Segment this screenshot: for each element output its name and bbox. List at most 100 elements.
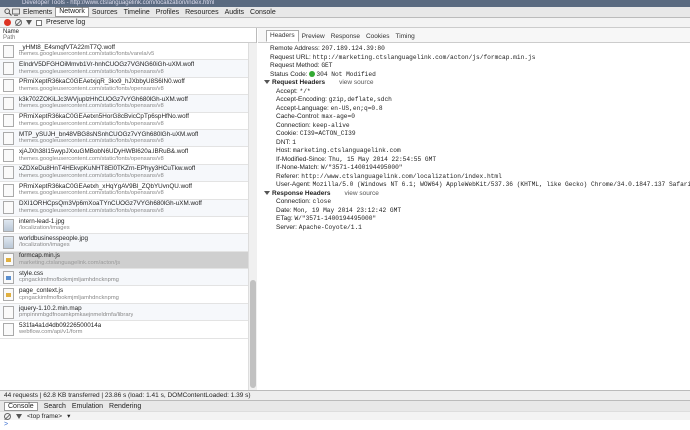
request-header: Referer: http://www.ctslanguagelink.com/… — [276, 173, 690, 182]
detail-tab-timing[interactable]: Timing — [392, 33, 417, 42]
drawer-tab-rendering[interactable]: Rendering — [109, 403, 141, 410]
document-file-icon — [3, 62, 14, 76]
request-row[interactable]: worldbusinesspeople.jpg/localization/ima… — [0, 234, 248, 252]
window-title-bar: Developer Tools - http://www.ctslanguage… — [0, 0, 690, 7]
request-text: page_context.js cpngackimfmofbokmjmljamhd… — [19, 287, 119, 302]
filter-icon[interactable] — [26, 20, 32, 25]
request-text: _yHMt8_E4smqfVTA22mT7Q.woff themes.google… — [19, 44, 154, 59]
request-row[interactable]: formcap.min.js marketing.ctslanguagelink.… — [0, 251, 248, 270]
request-header: Connection: keep-alive — [276, 122, 690, 131]
expand-triangle-icon[interactable] — [264, 190, 270, 195]
device-mode-icon[interactable] — [12, 8, 20, 16]
request-row[interactable]: jquery-1.10.2.min.map pmpinnmbgdfnoamkpmk… — [0, 303, 248, 322]
request-name: k3k702ZOKiLJc3WVjuplzHhCUOGz7vYGh680lGh-… — [19, 95, 188, 103]
search-icon[interactable] — [4, 8, 12, 16]
image-file-icon — [3, 235, 14, 249]
request-name: page_context.js — [19, 287, 64, 295]
console-prompt[interactable]: > — [0, 420, 690, 430]
tab-elements[interactable]: Elements — [20, 9, 55, 16]
request-header: Accept-Encoding: gzip,deflate,sdch — [276, 96, 690, 105]
request-name: jquery-1.10.2.min.map — [19, 304, 82, 312]
drawer-tab-search[interactable]: Search — [44, 403, 66, 410]
tab-console[interactable]: Console — [247, 9, 279, 16]
request-row[interactable]: EIndrV5DFGHOiMmvb1Vr-hnhCUOGz7VGNG60iGh-… — [0, 60, 248, 78]
request-row[interactable]: DXI1ORHCpsQm3Vp6mXoaTYnCUOGz7VYGh680lGh-… — [0, 199, 248, 217]
request-name: intern-lead-1.jpg — [19, 217, 65, 225]
request-row[interactable]: 531fa4a1d4db09226500014a webflow.com/api/… — [0, 321, 248, 339]
document-file-icon — [3, 166, 14, 180]
request-row[interactable]: MTP_ySUJH_bn48VBG8sNSnhCUOGz7vYGh680lGh-… — [0, 129, 248, 148]
request-headers-section[interactable]: Request Headers view source — [264, 79, 690, 88]
request-path: themes.googleusercontent.com/static/font… — [19, 190, 164, 197]
expand-triangle-icon[interactable] — [264, 80, 270, 85]
request-row[interactable]: style.css cpngackimfmofbokmjmljamhdncknpm… — [0, 269, 248, 287]
request-row[interactable]: page_context.js cpngackimfmofbokmjmljamhd… — [0, 286, 248, 304]
tab-resources[interactable]: Resources — [182, 9, 221, 16]
drawer-tab-console[interactable]: Console — [4, 401, 38, 411]
header-value: 1 — [292, 138, 296, 146]
request-path: cpngackimfmofbokmjmljamhdncknpmg — [19, 294, 119, 301]
clear-icon[interactable] — [15, 19, 22, 26]
request-row[interactable]: PRmiXeptR36kaC0GEAetxn5HorG8cBvicCpTp6sp… — [0, 113, 248, 130]
column-path[interactable]: Path — [3, 35, 253, 41]
request-row[interactable]: _yHMt8_E4smqfVTA22mT7Q.woff themes.google… — [0, 43, 248, 61]
document-file-icon — [3, 201, 14, 215]
frame-select[interactable]: <top frame> — [27, 413, 62, 420]
request-path: pmpinnmbgdfnoamkpmkaejnmeldrnfa/library — [19, 312, 134, 319]
request-name: EIndrV5DFGHOiMmvb1Vr-hnhCUOGz7VGNG60iGh-… — [19, 61, 195, 69]
response-view-source-link[interactable]: view source — [345, 190, 379, 197]
header-value: W/"3571-1400194495000" — [320, 164, 403, 171]
scrollbar-thumb[interactable] — [250, 280, 256, 388]
request-path: /localization/images — [19, 225, 70, 232]
detail-tab-cookies[interactable]: Cookies — [363, 33, 392, 42]
header-value: Thu, 15 May 2014 22:54:55 GMT — [328, 155, 437, 163]
prompt-chevron: > — [4, 421, 9, 428]
request-path: webflow.com/api/v1/form — [19, 329, 83, 336]
console-clear-icon[interactable] — [4, 412, 11, 420]
request-text: PRmiXeptR36kaC0GEAetxn5HorG8cBvicCpTp6sp… — [19, 113, 189, 128]
console-filter-icon[interactable] — [16, 413, 22, 419]
request-row[interactable]: intern-lead-1.jpg/localization/images — [0, 217, 248, 235]
detail-tab-headers[interactable]: Headers — [266, 30, 299, 42]
request-name: worldbusinesspeople.jpg — [19, 234, 88, 242]
drawer-tab-emulation[interactable]: Emulation — [72, 403, 103, 410]
request-headers-list: Accept: */* Accept-Encoding: gzip,deflate… — [270, 88, 690, 190]
header-key: Date: — [276, 206, 292, 214]
request-path: themes.googleusercontent.com/static/font… — [19, 120, 164, 127]
request-row[interactable]: PRmiXeptR36kaC0GEAetxjqR_3kx9_hJXbbyU8S6… — [0, 78, 248, 96]
request-text: k3k702ZOKiLJc3WVjuplzHhCUOGz7vYGh680lGh-… — [19, 96, 188, 111]
request-list-scrollbar[interactable] — [248, 43, 257, 390]
request-path: marketing.ctslanguagelink.com/acton/js — [19, 259, 121, 266]
request-row[interactable]: xjAJXh38I15wypJXxuGMBobN6UDyHWBl620a.lBR… — [0, 147, 248, 165]
request-row[interactable]: PRmiXeptR36kaC0GEAetxh_xHqYgAV9Bl_ZQbYUv… — [0, 182, 248, 200]
tab-sources[interactable]: Sources — [89, 9, 121, 16]
request-path: themes.googleusercontent.com/static/font… — [19, 138, 164, 145]
record-icon[interactable] — [4, 19, 11, 26]
script-file-icon — [3, 253, 14, 267]
request-row[interactable]: xZDXeDu8HnT4HEkvpKuNHT8El0TKZrn-EPhyy3HC… — [0, 164, 248, 183]
request-name: DXI1ORHCpsQm3Vp6mXoaTYnCUOGz7VYGh680lGh-… — [19, 200, 202, 208]
request-name: style.css — [19, 269, 44, 277]
header-key: Referer: — [276, 172, 300, 180]
detail-tab-response[interactable]: Response — [328, 33, 363, 42]
request-text: jquery-1.10.2.min.map pmpinnmbgdfnoamkpmk… — [19, 305, 133, 320]
request-view-source-link[interactable]: view source — [339, 79, 373, 86]
request-name: PRmiXeptR36kaC0GEAetxjqR_3kx9_hJXbbyU8S6… — [19, 78, 185, 86]
request-list-header[interactable]: Name Path — [0, 28, 256, 43]
request-row[interactable]: k3k702ZOKiLJc3WVjuplzHhCUOGz7vYGh680lGh-… — [0, 95, 248, 113]
detail-tab-preview[interactable]: Preview — [299, 33, 328, 42]
preserve-log-checkbox[interactable] — [36, 19, 42, 26]
tab-network[interactable]: Network — [55, 7, 89, 17]
response-header: Server: Apache-Coyote/1.1 — [276, 224, 690, 233]
request-text: xjAJXh38I15wypJXxuGMBobN6UDyHWBl620a.lBR… — [19, 148, 188, 163]
request-name: 531fa4a1d4db09226500014a — [19, 321, 102, 329]
header-value: http://www.ctslanguagelink.com/localizat… — [301, 172, 502, 180]
tab-timeline[interactable]: Timeline — [121, 9, 153, 16]
tab-audits[interactable]: Audits — [222, 9, 247, 16]
status-code: Status Code: 304 Not Modified — [270, 70, 376, 78]
header-value: close — [312, 198, 332, 205]
response-headers-section[interactable]: Response Headers view source — [264, 190, 690, 199]
tab-profiles[interactable]: Profiles — [153, 9, 182, 16]
request-header: Cache-Control: max-age=0 — [276, 113, 690, 122]
request-path: /localization/images — [19, 242, 70, 249]
